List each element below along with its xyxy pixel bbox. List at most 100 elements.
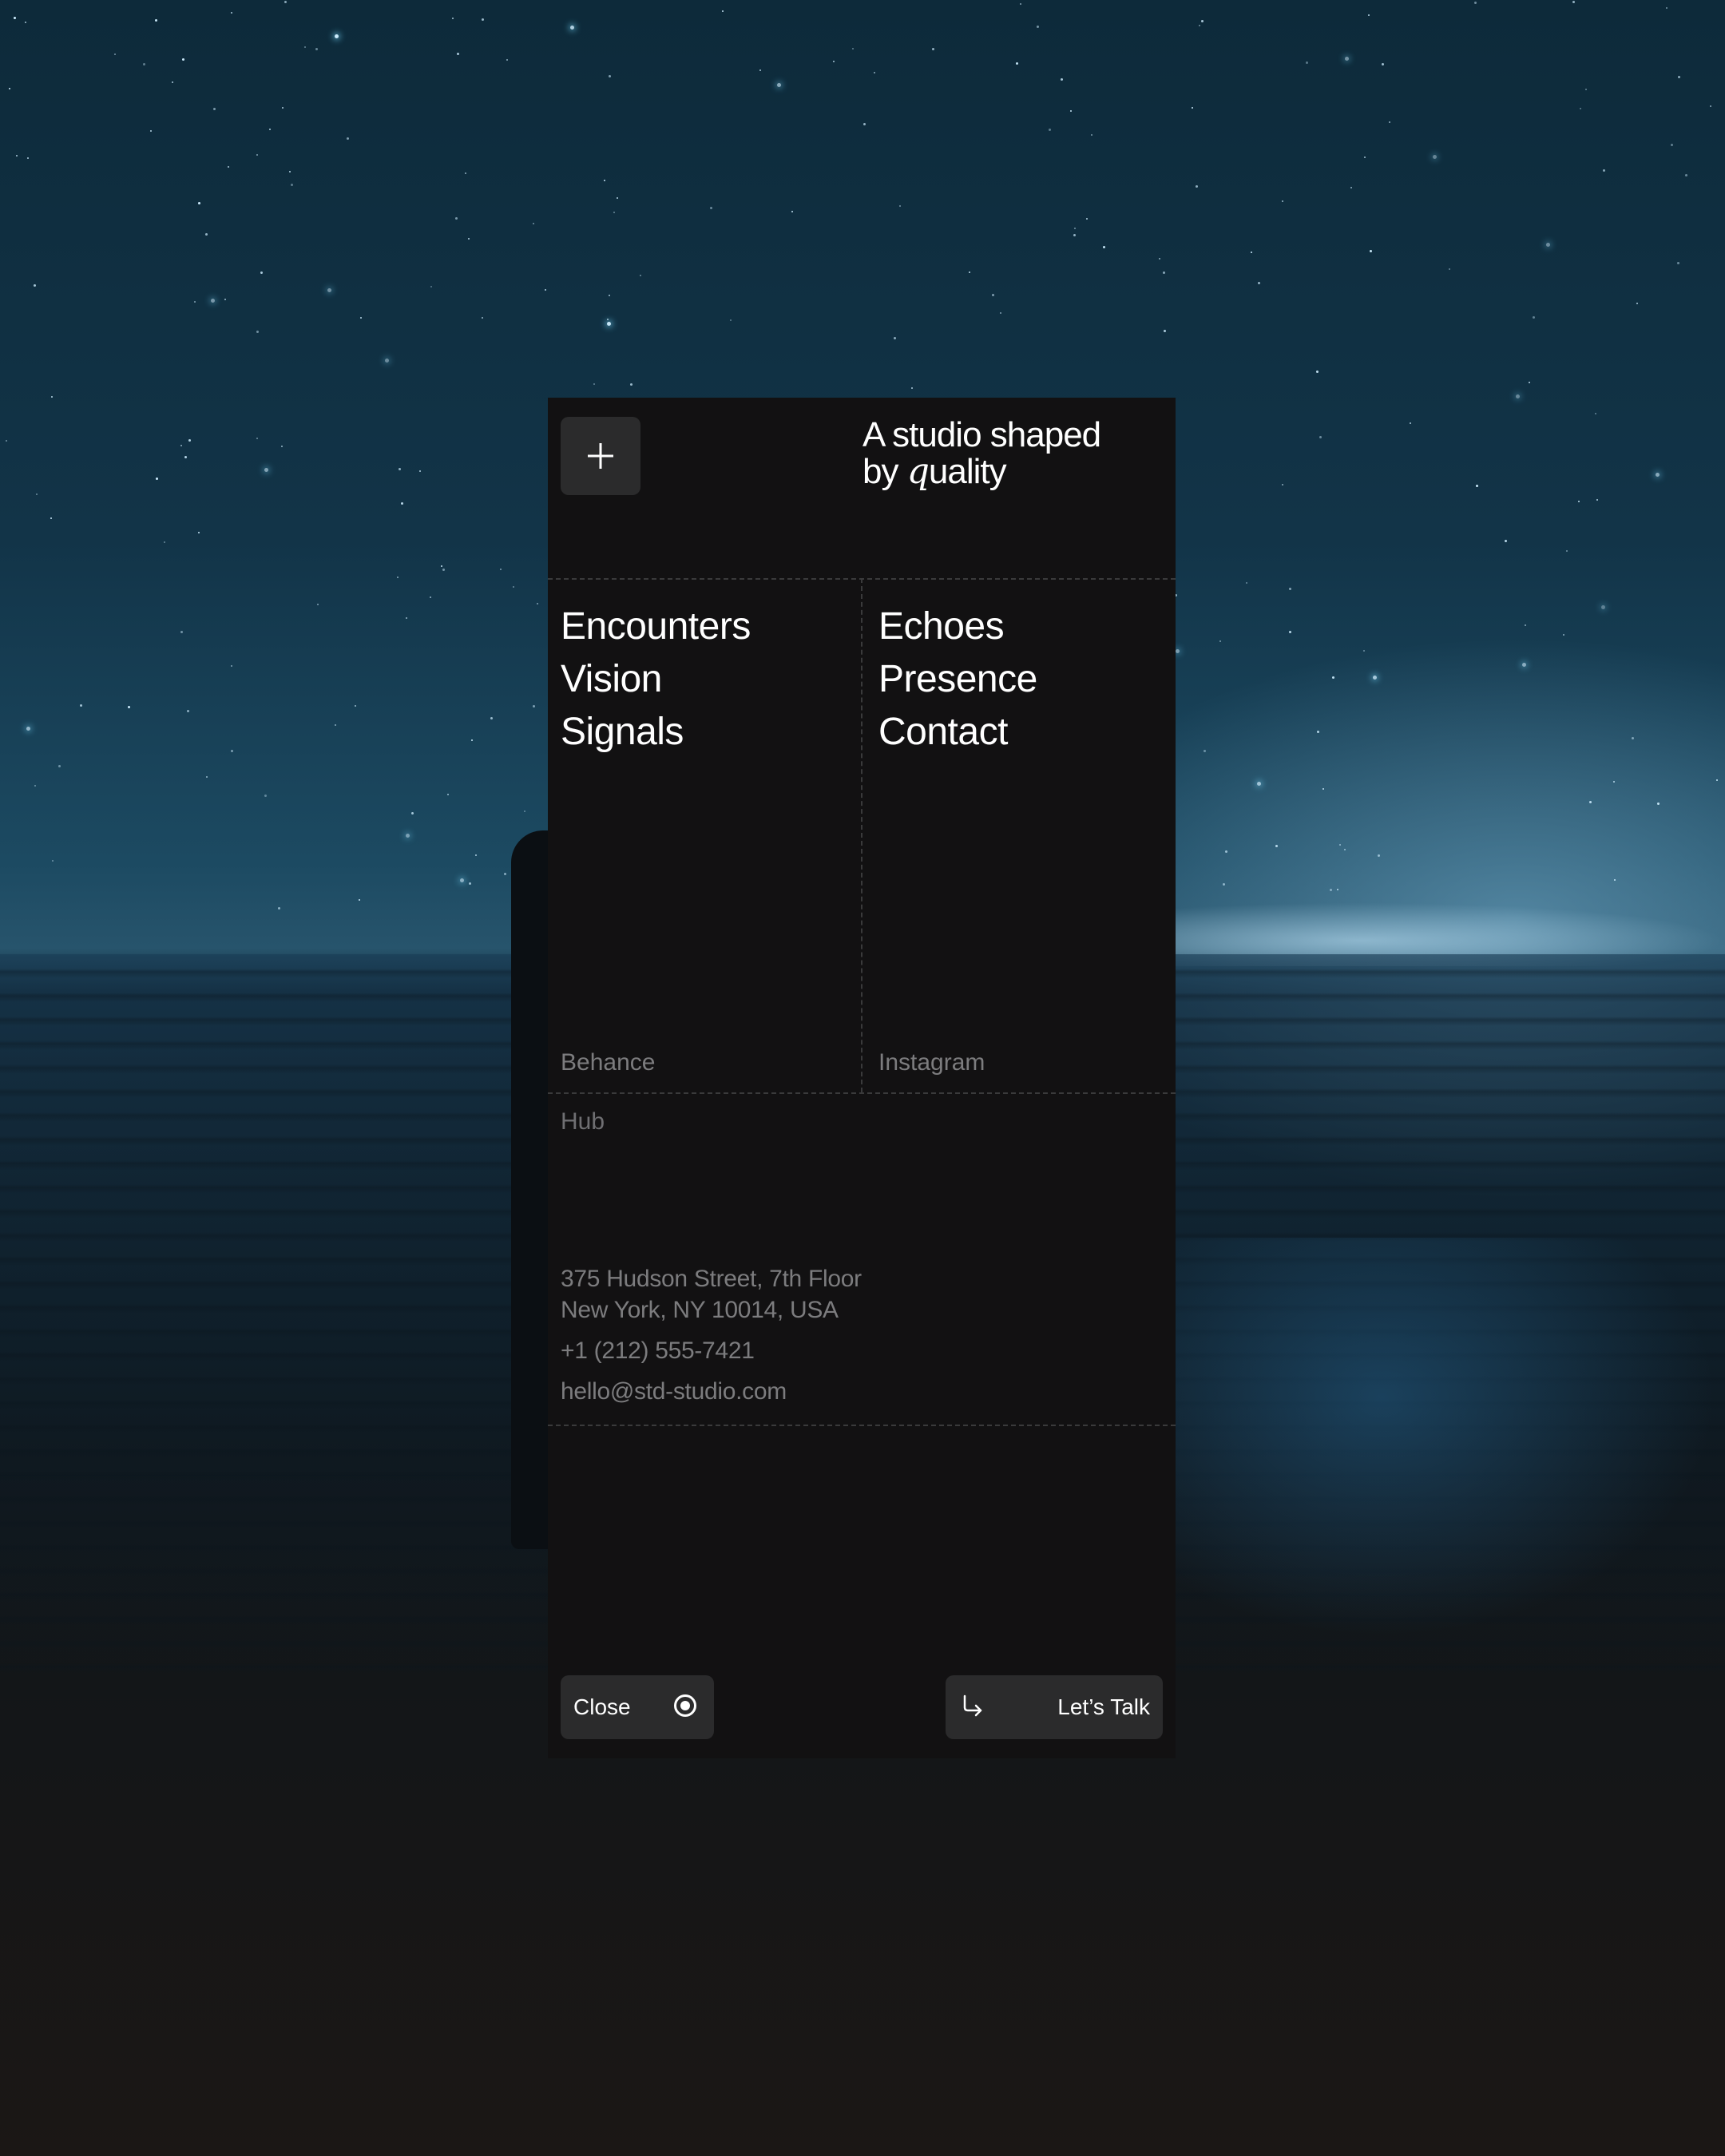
star: [143, 62, 146, 65]
tagline-suffix: uality: [928, 452, 1007, 491]
star: [446, 793, 449, 795]
star: [315, 47, 318, 50]
star: [613, 211, 616, 213]
star: [184, 455, 188, 458]
star: [1060, 78, 1063, 81]
star: [1715, 779, 1718, 781]
star: [1636, 302, 1638, 304]
tagline-accent-letter: q: [906, 451, 930, 492]
nav-column-right: Echoes Presence Contact: [878, 600, 1037, 759]
star: [399, 467, 402, 470]
star: [1603, 169, 1606, 172]
star: [1339, 844, 1342, 846]
star: [1085, 217, 1088, 220]
star: [16, 155, 18, 157]
star: [532, 704, 535, 707]
star: [1448, 268, 1450, 271]
star: [852, 47, 855, 50]
star: [1562, 634, 1564, 636]
tagline-prefix: by: [862, 452, 907, 491]
nav-column-left: Encounters Vision Signals: [561, 600, 751, 759]
star: [36, 493, 38, 495]
divider-middle: [548, 1092, 1176, 1094]
contact-info: 375 Hudson Street, 7th Floor New York, N…: [561, 1263, 862, 1407]
star: [411, 811, 414, 814]
nav-item-signals[interactable]: Signals: [561, 706, 751, 759]
star: [163, 541, 165, 543]
nav-item-presence[interactable]: Presence: [878, 653, 1037, 706]
nav-item-echoes[interactable]: Echoes: [878, 600, 1037, 653]
star: [1522, 663, 1527, 668]
lets-talk-button[interactable]: Let’s Talk: [946, 1675, 1163, 1739]
star: [198, 531, 200, 533]
star: [1198, 24, 1200, 26]
star: [1600, 604, 1605, 609]
star: [1246, 581, 1248, 584]
star: [606, 321, 611, 326]
menu-toggle-button[interactable]: [561, 417, 640, 495]
phone-number[interactable]: +1 (212) 555-7421: [561, 1335, 862, 1366]
star: [1281, 200, 1283, 202]
star: [406, 834, 410, 838]
email-link[interactable]: hello@std-studio.com: [561, 1376, 862, 1407]
star: [228, 166, 230, 168]
star: [1572, 1, 1576, 4]
star: [1565, 550, 1568, 553]
star: [1256, 781, 1261, 786]
star: [268, 129, 271, 131]
star: [1516, 394, 1521, 399]
star: [1316, 371, 1319, 374]
star: [1596, 499, 1598, 501]
nav-item-encounters[interactable]: Encounters: [561, 600, 751, 653]
star: [1345, 56, 1350, 61]
plus-icon: [588, 443, 613, 469]
star: [606, 318, 609, 320]
star: [1710, 105, 1712, 107]
star: [1588, 801, 1592, 804]
close-button[interactable]: Close: [561, 1675, 714, 1739]
star: [284, 1, 287, 4]
star: [1195, 184, 1198, 188]
star: [289, 171, 291, 173]
star: [1176, 649, 1180, 654]
star: [264, 795, 267, 798]
arrow-down-right-icon: [963, 1694, 982, 1717]
star: [1288, 630, 1291, 633]
star: [27, 157, 30, 159]
lets-talk-label: Let’s Talk: [1057, 1694, 1150, 1719]
star: [1579, 107, 1581, 109]
star: [968, 271, 970, 273]
star: [482, 18, 485, 21]
instagram-link[interactable]: Instagram: [878, 1049, 985, 1076]
menu-panel: A studio shaped by quality Encounters Vi…: [548, 398, 1176, 1758]
star: [180, 445, 183, 447]
star: [608, 74, 611, 77]
star: [442, 569, 446, 572]
star: [205, 775, 208, 778]
studio-tagline: A studio shaped by quality: [862, 417, 1166, 490]
star: [1306, 61, 1309, 64]
divider-bottom: [548, 1425, 1176, 1426]
star: [451, 17, 454, 19]
star: [1362, 649, 1365, 652]
star: [1091, 134, 1093, 137]
nav-item-contact[interactable]: Contact: [878, 706, 1037, 759]
star: [260, 271, 263, 274]
star: [1432, 154, 1437, 159]
star: [608, 295, 610, 297]
behance-link[interactable]: Behance: [561, 1049, 655, 1076]
star: [1036, 26, 1039, 29]
star: [430, 286, 433, 288]
divider-vertical: [861, 578, 862, 1092]
star: [231, 664, 233, 667]
star: [570, 25, 575, 30]
star: [1409, 422, 1411, 425]
star: [150, 129, 153, 132]
nav-item-vision[interactable]: Vision: [561, 653, 751, 706]
star: [13, 16, 16, 19]
star: [776, 82, 781, 87]
star: [360, 317, 363, 319]
star: [213, 108, 216, 111]
star: [1373, 675, 1378, 680]
star: [1505, 539, 1508, 542]
